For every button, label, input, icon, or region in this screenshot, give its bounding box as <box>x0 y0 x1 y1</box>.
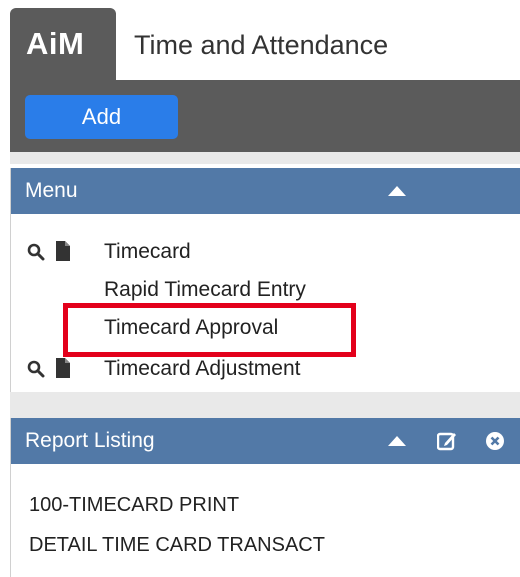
menu-panel: Menu Timecard Rapid Timecard Entry Timec… <box>10 168 520 392</box>
menu-item-label[interactable]: Timecard Adjustment <box>104 357 300 381</box>
add-button[interactable]: Add <box>25 95 178 139</box>
report-item[interactable]: DETAIL TIME CARD TRANSACT <box>29 534 325 557</box>
menu-item-label[interactable]: Timecard Approval <box>104 316 278 340</box>
menu-item-timecard: Timecard <box>11 238 511 268</box>
page-title: Time and Attendance <box>134 30 389 60</box>
menu-panel-title: Menu <box>25 179 78 202</box>
menu-item-timecard-adjustment: Timecard Adjustment <box>11 355 511 385</box>
collapse-caret-icon[interactable] <box>388 436 406 446</box>
report-item[interactable]: 100-TIMECARD PRINT <box>29 494 239 517</box>
report-panel-header[interactable]: Report Listing <box>11 418 520 464</box>
edit-icon[interactable] <box>437 431 457 451</box>
close-icon[interactable] <box>485 431 505 451</box>
menu-item-label[interactable]: Timecard <box>104 240 191 264</box>
menu-item-timecard-approval: Timecard Approval <box>11 314 511 344</box>
document-icon[interactable] <box>56 241 70 261</box>
search-icon[interactable] <box>27 243 45 261</box>
collapse-caret-icon[interactable] <box>388 186 406 196</box>
document-icon[interactable] <box>56 358 70 378</box>
logo-tab[interactable]: AiM <box>10 8 116 82</box>
report-panel-title: Report Listing <box>25 429 155 452</box>
menu-panel-header[interactable]: Menu <box>11 168 520 214</box>
panel-spacer <box>10 392 520 418</box>
divider <box>10 152 520 164</box>
app-logo: AiM <box>26 26 85 61</box>
app-header: AiM Time and Attendance <box>0 0 520 82</box>
search-icon[interactable] <box>27 360 45 378</box>
report-listing-panel: Report Listing 100-TIMECARD PRINT DETAIL… <box>10 418 520 577</box>
menu-item-rapid-timecard-entry: Rapid Timecard Entry <box>11 276 511 306</box>
toolbar: Add <box>10 80 520 152</box>
menu-item-label[interactable]: Rapid Timecard Entry <box>104 278 306 302</box>
